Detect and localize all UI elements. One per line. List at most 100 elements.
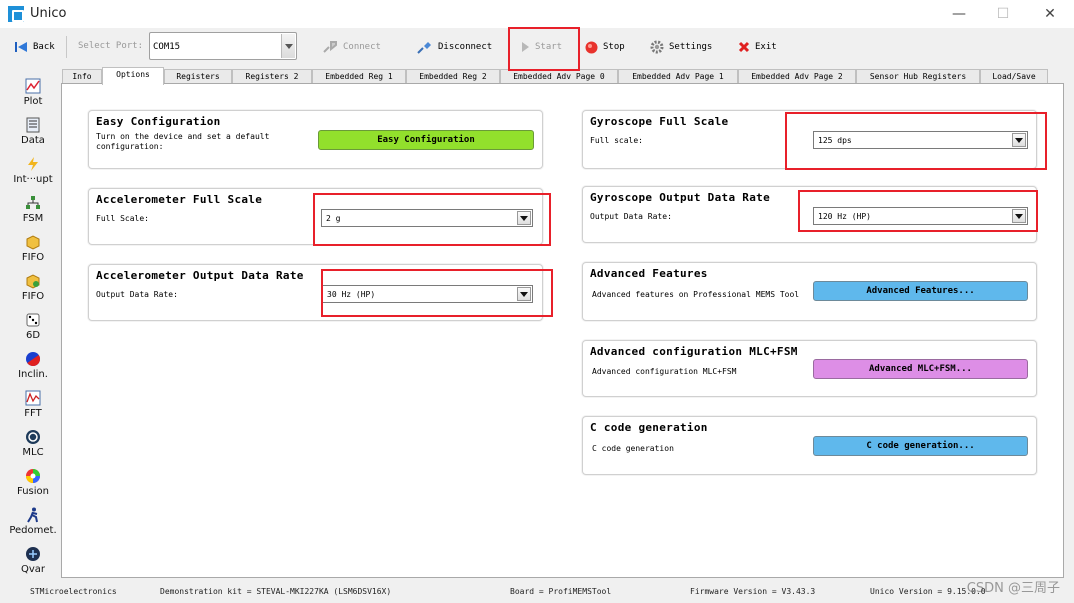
chevron-down-icon[interactable] bbox=[281, 34, 295, 58]
exit-button[interactable]: Exit bbox=[738, 38, 777, 56]
start-label: Start bbox=[535, 42, 563, 52]
advanced-mlc-fsm-label: Advanced configuration MLC+FSM bbox=[592, 367, 737, 376]
group-title: Accelerometer Full Scale bbox=[96, 193, 263, 206]
status-firmware: Firmware Version = V3.43.3 bbox=[690, 587, 816, 596]
sidebar-item-pedometer[interactable]: Pedomet. bbox=[0, 507, 66, 536]
gyro-full-scale-select[interactable]: 125 dps bbox=[813, 131, 1028, 149]
sidebar-item-label: FIFO bbox=[21, 291, 45, 302]
status-bar: STMicroelectronics Demonstration kit = S… bbox=[0, 582, 1074, 603]
sidebar-item-fsm[interactable]: FSM bbox=[0, 195, 66, 224]
toolbar-divider bbox=[66, 36, 67, 58]
select-port-label: Select Port: bbox=[78, 41, 144, 51]
chevron-down-icon[interactable] bbox=[517, 287, 531, 301]
c-code-generation-button[interactable]: C code generation... bbox=[813, 436, 1028, 456]
chevron-down-icon[interactable] bbox=[1012, 133, 1026, 147]
sidebar-item-fft[interactable]: FFT bbox=[0, 390, 66, 419]
accel-odr-value: 30 Hz (HP) bbox=[327, 290, 376, 299]
tab-options[interactable]: Options bbox=[102, 67, 164, 85]
sidebar-item-mlc[interactable]: MLC bbox=[0, 429, 66, 458]
chevron-down-icon[interactable] bbox=[1012, 209, 1026, 223]
disconnect-plug-icon bbox=[417, 42, 431, 54]
accel-odr-label: Output Data Rate: bbox=[96, 290, 178, 299]
sidebar-item-fifo-compress[interactable]: FIFO bbox=[0, 273, 66, 302]
gear-icon bbox=[650, 40, 664, 54]
tab-embedded-reg-1[interactable]: Embedded Reg 1 bbox=[312, 69, 406, 84]
data-icon bbox=[26, 117, 40, 133]
fifo-compress-icon bbox=[26, 274, 40, 289]
sidebar-item-fusion[interactable]: Fusion bbox=[0, 468, 66, 497]
tab-info[interactable]: Info bbox=[62, 69, 102, 84]
sidebar-item-6d[interactable]: 6D bbox=[0, 312, 66, 341]
close-window-button[interactable]: ✕ bbox=[1035, 4, 1065, 24]
sidebar-item-label: Int···upt bbox=[13, 174, 53, 185]
group-title: Advanced configuration MLC+FSM bbox=[590, 345, 798, 358]
tab-registers[interactable]: Registers bbox=[164, 69, 232, 84]
tab-embedded-adv-page-0[interactable]: Embedded Adv Page 0 bbox=[500, 69, 618, 84]
gyro-full-scale-label: Full scale: bbox=[590, 136, 643, 145]
advanced-features-button[interactable]: Advanced Features... bbox=[813, 281, 1028, 301]
sidebar-item-inclination[interactable]: Inclin. bbox=[0, 351, 66, 380]
sidebar-item-plot[interactable]: Plot bbox=[0, 78, 66, 107]
maximize-button[interactable]: ☐ bbox=[988, 4, 1018, 24]
easy-config-description: Turn on the device and set a default con… bbox=[96, 132, 270, 151]
advanced-features-group: Advanced Features Advanced features on P… bbox=[582, 262, 1037, 321]
chevron-down-icon[interactable] bbox=[517, 211, 531, 225]
tab-embedded-adv-page-1[interactable]: Embedded Adv Page 1 bbox=[618, 69, 738, 84]
port-select[interactable]: COM15 bbox=[149, 32, 297, 60]
connect-label: Connect bbox=[343, 42, 381, 52]
status-board: Board = ProfiMEMSTool bbox=[510, 587, 612, 596]
exit-label: Exit bbox=[755, 42, 777, 52]
connect-button[interactable]: Connect bbox=[322, 38, 381, 56]
inclination-icon bbox=[26, 352, 40, 366]
gyroscope-full-scale-group: Gyroscope Full Scale Full scale: 125 dps bbox=[582, 110, 1037, 169]
accel-odr-select[interactable]: 30 Hz (HP) bbox=[322, 285, 533, 303]
stop-button[interactable]: Stop bbox=[585, 38, 625, 56]
back-label: Back bbox=[33, 42, 55, 52]
disconnect-label: Disconnect bbox=[438, 42, 493, 52]
accelerometer-full-scale-group: Accelerometer Full Scale Full Scale: 2 g bbox=[88, 188, 543, 245]
accel-full-scale-value: 2 g bbox=[326, 214, 341, 223]
minimize-button[interactable]: — bbox=[944, 4, 974, 24]
start-button[interactable]: Start bbox=[520, 38, 562, 56]
watermark: CSDN @三周子 bbox=[966, 581, 1060, 596]
easy-configuration-button[interactable]: Easy Configuration bbox=[318, 130, 534, 150]
c-code-generation-label: C code generation bbox=[592, 444, 674, 453]
sidebar-item-label: FSM bbox=[22, 213, 44, 224]
group-title: Accelerometer Output Data Rate bbox=[96, 269, 304, 282]
sidebar-item-label: Plot bbox=[23, 96, 43, 107]
disconnect-button[interactable]: Disconnect bbox=[417, 38, 492, 56]
gyro-odr-value: 120 Hz (HP) bbox=[818, 212, 871, 221]
sidebar-item-label: MLC bbox=[22, 447, 44, 458]
sidebar-item-qvar[interactable]: Qvar bbox=[0, 546, 66, 575]
mlc-icon bbox=[26, 430, 40, 444]
accel-full-scale-select[interactable]: 2 g bbox=[321, 209, 533, 227]
back-button[interactable]: Back bbox=[14, 38, 55, 56]
tab-embedded-adv-page-2[interactable]: Embedded Adv Page 2 bbox=[738, 69, 856, 84]
qvar-icon bbox=[26, 547, 40, 561]
sidebar-item-interrupt[interactable]: Int···upt bbox=[0, 156, 66, 185]
tab-sensor-hub-registers[interactable]: Sensor Hub Registers bbox=[856, 69, 980, 84]
advanced-mlc-fsm-button[interactable]: Advanced MLC+FSM... bbox=[813, 359, 1028, 379]
tab-embedded-reg-2[interactable]: Embedded Reg 2 bbox=[406, 69, 500, 84]
tab-registers-2[interactable]: Registers 2 bbox=[232, 69, 312, 84]
connect-plug-icon bbox=[323, 41, 337, 53]
gyro-odr-select[interactable]: 120 Hz (HP) bbox=[813, 207, 1028, 225]
accelerometer-odr-group: Accelerometer Output Data Rate Output Da… bbox=[88, 264, 543, 321]
tab-load-save[interactable]: Load/Save bbox=[980, 69, 1048, 84]
fusion-icon bbox=[26, 469, 40, 483]
fft-icon bbox=[25, 390, 41, 406]
group-title: Gyroscope Output Data Rate bbox=[590, 191, 770, 204]
accel-full-scale-label: Full Scale: bbox=[96, 214, 149, 223]
sidebar-item-data[interactable]: Data bbox=[0, 117, 66, 146]
gyro-full-scale-value: 125 dps bbox=[818, 136, 852, 145]
interrupt-icon bbox=[28, 157, 38, 171]
fsm-icon bbox=[26, 196, 40, 209]
fifo-icon bbox=[26, 235, 40, 250]
settings-button[interactable]: Settings bbox=[650, 38, 712, 56]
group-title: Easy Configuration bbox=[96, 115, 221, 128]
sidebar-item-label: Qvar bbox=[20, 564, 46, 575]
c-code-generation-group: C code generation C code generation C co… bbox=[582, 416, 1037, 475]
sidebar-item-label: Pedomet. bbox=[9, 525, 57, 536]
group-title: Advanced Features bbox=[590, 267, 708, 280]
sidebar-item-fifo[interactable]: FIFO bbox=[0, 234, 66, 263]
